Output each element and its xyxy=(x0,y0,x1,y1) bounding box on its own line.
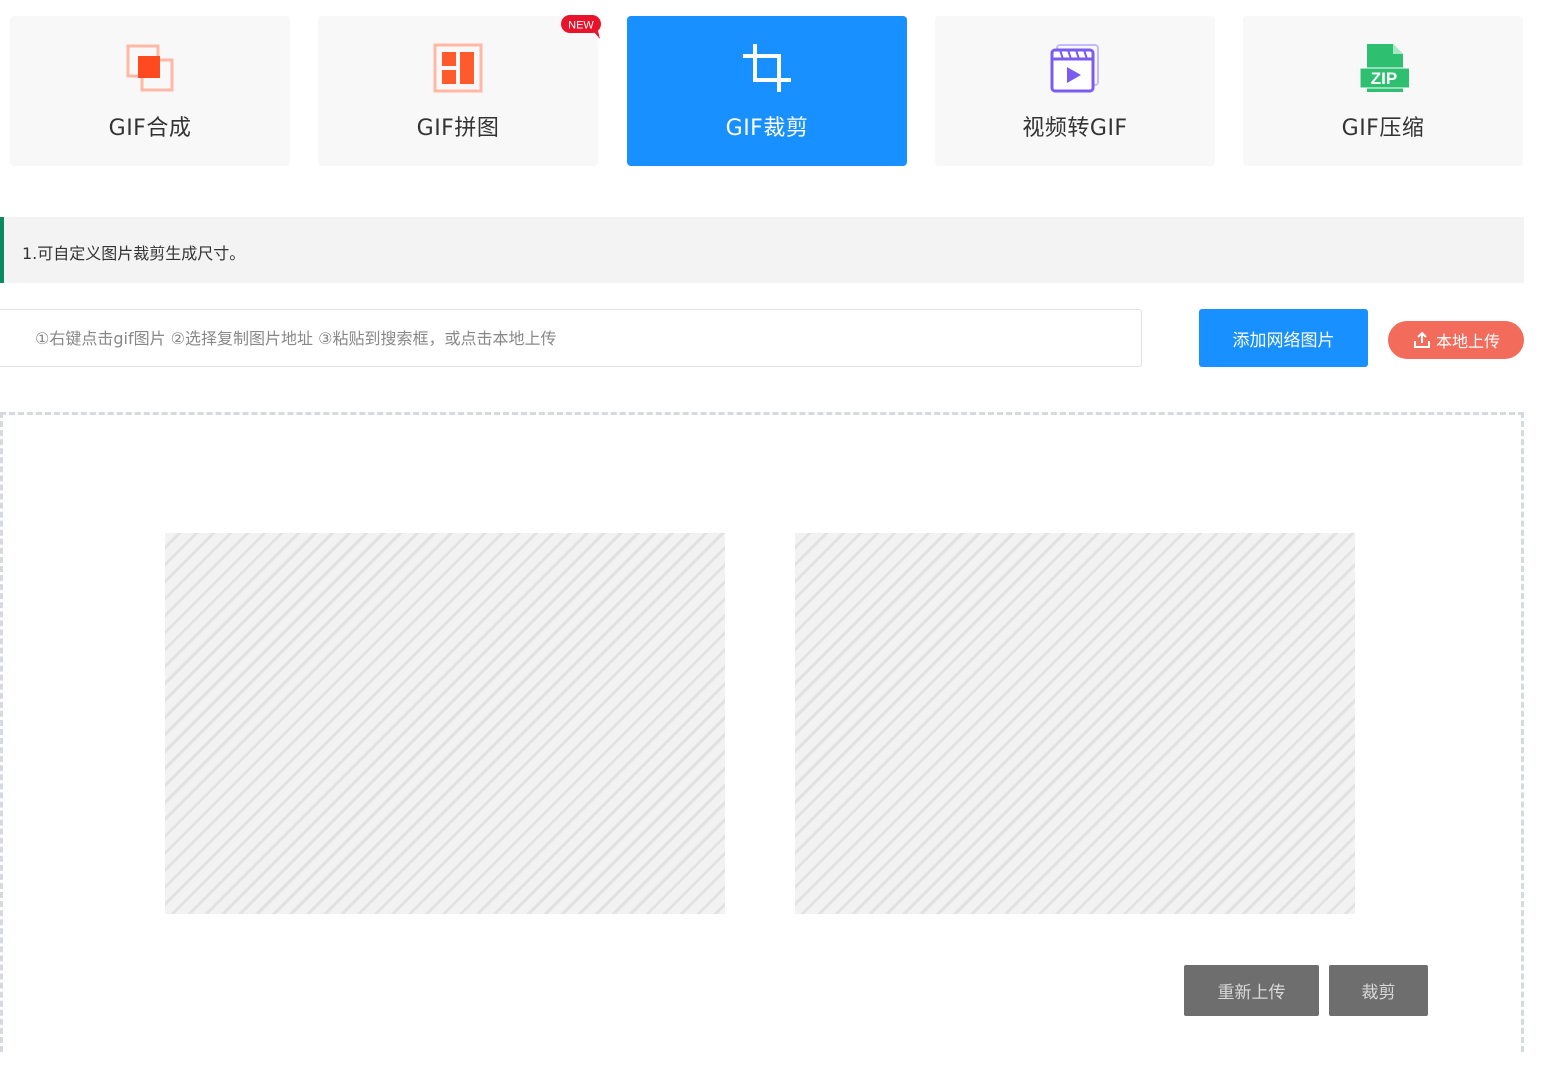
new-badge-text: NEW xyxy=(568,20,594,32)
zip-icon-text: ZIP xyxy=(1371,69,1397,88)
tab-gif-compress-label: GIF压缩 xyxy=(1341,116,1425,141)
reupload-button[interactable]: 重新上传 xyxy=(1184,965,1319,1016)
tab-video-to-gif-label: 视频转GIF xyxy=(1022,116,1128,141)
tab-gif-merge[interactable]: GIF合成 xyxy=(10,16,290,166)
tab-gif-collage[interactable]: GIF拼图 NEW xyxy=(318,15,601,166)
tab-gif-crop[interactable]: GIF裁剪 xyxy=(627,16,907,166)
original-image-preview xyxy=(165,533,725,914)
zip-file-icon: ZIP xyxy=(1357,42,1411,94)
image-url-input[interactable] xyxy=(0,309,1142,367)
new-badge: NEW xyxy=(560,14,604,40)
tab-video-to-gif[interactable]: 视频转GIF xyxy=(935,16,1215,166)
gif-merge-icon xyxy=(124,42,176,94)
tab-gif-collage-label: GIF拼图 xyxy=(416,116,500,141)
crop-button[interactable]: 裁剪 xyxy=(1329,965,1428,1016)
notice-bar: 1.可自定义图片裁剪生成尺寸。 xyxy=(0,217,1524,283)
crop-icon xyxy=(741,42,793,94)
notice-text: 1.可自定义图片裁剪生成尺寸。 xyxy=(22,244,246,263)
video-icon xyxy=(1049,42,1101,94)
gif-collage-icon xyxy=(432,42,484,94)
tab-gif-compress[interactable]: ZIP GIF压缩 xyxy=(1243,16,1523,166)
cropped-image-preview xyxy=(795,533,1355,914)
local-upload-label: 本地上传 xyxy=(1435,332,1500,351)
tab-gif-merge-label: GIF合成 xyxy=(108,116,192,141)
local-upload-button[interactable]: 本地上传 xyxy=(1388,321,1524,359)
tab-gif-crop-label: GIF裁剪 xyxy=(725,116,809,141)
tool-tabs: GIF合成 GIF拼图 NEW GIF裁剪 视频转GIF ZIP GIF压缩 xyxy=(10,15,1524,166)
upload-icon xyxy=(1413,331,1430,348)
add-network-image-button[interactable]: 添加网络图片 xyxy=(1199,309,1368,367)
